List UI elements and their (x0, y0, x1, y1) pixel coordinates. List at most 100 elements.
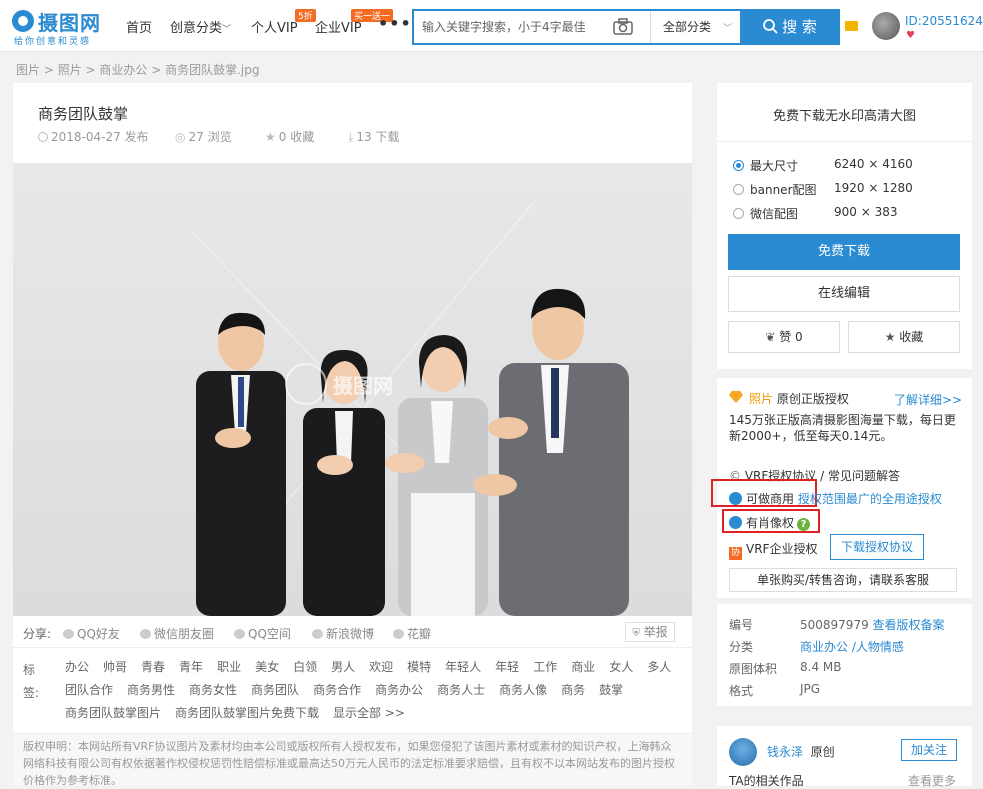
tag-item[interactable]: 青春 (141, 656, 165, 679)
mail-icon[interactable] (845, 21, 858, 31)
license-type-label: 照片 (749, 392, 774, 406)
favorite-count-text: 0 收藏 (278, 130, 315, 144)
download-icon: ⤓ (348, 130, 354, 144)
info-label: 编号 (729, 618, 754, 632)
nav-personal-vip[interactable]: 个人VIP (251, 17, 298, 36)
favorite-button[interactable]: ★ 收藏 (848, 321, 960, 353)
tag-item[interactable]: 办公 (65, 656, 89, 679)
more-menu-icon[interactable]: ••• (378, 14, 412, 33)
report-label: 举报 (643, 625, 668, 639)
tag-item[interactable]: 多人 (647, 656, 671, 679)
size-option-wechat[interactable]: 微信配图 900 × 383 (733, 205, 898, 222)
wechat-icon (140, 629, 151, 639)
category-select[interactable]: 全部分类 ﹀ (650, 11, 742, 43)
see-more-link[interactable]: 查看更多 (908, 772, 956, 789)
image-detail-panel: 商务团队鼓掌 2018-04-27 发布 ◎ 27 浏览 ★ 0 收藏 ⤓ 13 下载 (13, 83, 692, 787)
report-button[interactable]: ⛨ 举报 (625, 622, 675, 642)
share-qzone[interactable]: QQ空间 (234, 625, 291, 642)
author-name[interactable]: 钱永泽 (767, 745, 803, 759)
tag-item[interactable]: 职业 (217, 656, 241, 679)
show-all-tags-link[interactable]: 显示全部 >> (333, 702, 405, 725)
size-option-banner[interactable]: banner配图 1920 × 1280 (733, 181, 913, 198)
tag-item[interactable]: 商务女性 (189, 679, 237, 702)
download-agreement-button[interactable]: 下载授权协议 (830, 534, 924, 560)
tag-item[interactable]: 商务办公 (375, 679, 423, 702)
nav-creative-categories[interactable]: 创意分类﹀ (170, 17, 231, 36)
info-value: 500897979 查看版权备案 (800, 616, 945, 633)
share-huaban-label: 花瓣 (407, 627, 432, 641)
page-title: 商务团队鼓掌 (38, 105, 129, 123)
nav-creative-label: 创意分类 (170, 21, 223, 36)
tag-item[interactable]: 商务团队 (251, 679, 299, 702)
tag-item[interactable]: 男人 (331, 656, 355, 679)
view-count: ◎ 27 浏览 (175, 128, 232, 145)
share-weibo[interactable]: 新浪微博 (312, 625, 374, 642)
share-wechat-moments[interactable]: 微信朋友圈 (140, 625, 214, 642)
enterprise-license-row: 协 VRF企业授权 (729, 540, 817, 560)
nav-home[interactable]: 首页 (126, 17, 152, 36)
tags-label: 标签: (23, 663, 40, 700)
copyright-record-link[interactable]: 查看版权备案 (873, 618, 945, 632)
tag-item[interactable]: 商务 (561, 679, 585, 702)
size-option-max[interactable]: 最大尺寸 6240 × 4160 (733, 157, 913, 174)
portrait-rights-row: 有肖像权? (729, 514, 811, 531)
camera-search-icon[interactable] (612, 17, 634, 37)
search-input[interactable] (414, 11, 610, 43)
search-button[interactable]: 搜 索 (740, 9, 840, 45)
view-count-text: 27 浏览 (188, 130, 232, 144)
tag-item[interactable]: 帅哥 (103, 656, 127, 679)
tag-item[interactable]: 商务团队鼓掌图片免费下载 (175, 702, 319, 725)
faq-link[interactable]: 常见问题解答 (828, 469, 900, 483)
free-download-button[interactable]: 免费下载 (728, 234, 960, 270)
buy-single-button[interactable]: 单张购买/转售咨询，请联系客服 (729, 568, 957, 592)
license-type: 照片 原创正版授权 (749, 390, 849, 407)
tag-item[interactable]: 青年 (179, 656, 203, 679)
tag-item[interactable]: 商业 (571, 656, 595, 679)
breadcrumb-item[interactable]: 图片 (16, 63, 40, 77)
preview-image[interactable]: 摄图网 (13, 163, 692, 616)
favorite-count: ★ 0 收藏 (265, 128, 314, 145)
tag-item[interactable]: 商务男性 (127, 679, 175, 702)
site-logo[interactable]: 摄图网 给你创意和灵感 (12, 8, 112, 47)
image-info-panel: 编号 500897979 查看版权备案 分类 商业办公 /人物情感 原图体积 8.4 … (717, 604, 972, 706)
share-qq-friends[interactable]: QQ好友 (63, 625, 120, 642)
clock-icon (38, 132, 48, 142)
tag-item[interactable]: 年轻 (495, 656, 519, 679)
info-value: 8.4 MB (800, 660, 842, 674)
author-avatar[interactable] (729, 738, 757, 766)
diamond-icon (729, 391, 743, 403)
tag-item[interactable]: 美女 (255, 656, 279, 679)
tag-item[interactable]: 商务合作 (313, 679, 361, 702)
info-row-category: 分类 商业办公 /人物情感 (729, 638, 904, 655)
image-id: 500897979 (800, 618, 869, 632)
edit-online-button[interactable]: 在线编辑 (728, 276, 960, 312)
tag-item[interactable]: 商务人士 (437, 679, 485, 702)
commercial-scope-link[interactable]: 授权范围最广的全用途授权 (798, 492, 942, 506)
heart-icon: ♥ (906, 30, 915, 41)
huaban-icon (393, 629, 404, 639)
license-type-desc: 原创正版授权 (776, 392, 849, 406)
tag-item[interactable]: 商务团队鼓掌图片 (65, 702, 161, 725)
like-button[interactable]: ❦ 赞 0 (728, 321, 840, 353)
breadcrumb-item[interactable]: 照片 (58, 63, 82, 77)
radio-icon[interactable] (733, 208, 744, 219)
breadcrumb-item[interactable]: 商业办公 (99, 63, 147, 77)
category-link[interactable]: 商业办公 /人物情感 (800, 638, 904, 655)
tag-item[interactable]: 团队合作 (65, 679, 113, 702)
follow-button[interactable]: 加关注 (901, 739, 957, 761)
radio-selected-icon[interactable] (733, 160, 744, 171)
tag-item[interactable]: 年轻人 (445, 656, 481, 679)
help-icon[interactable]: ? (797, 518, 811, 531)
user-avatar[interactable] (872, 12, 900, 40)
share-huaban[interactable]: 花瓣 (393, 625, 431, 642)
tag-item[interactable]: 女人 (609, 656, 633, 679)
tag-item[interactable]: 模特 (407, 656, 431, 679)
tag-item[interactable]: 白领 (293, 656, 317, 679)
learn-more-link[interactable]: 了解详细>> (894, 391, 962, 408)
tag-item[interactable]: 工作 (533, 656, 557, 679)
tag-item[interactable]: 商务人像 (499, 679, 547, 702)
tag-item[interactable]: 鼓掌 (599, 679, 623, 702)
tag-item[interactable]: 欢迎 (369, 656, 393, 679)
radio-icon[interactable] (733, 184, 744, 195)
user-id[interactable]: ID:20551624 (905, 14, 983, 28)
